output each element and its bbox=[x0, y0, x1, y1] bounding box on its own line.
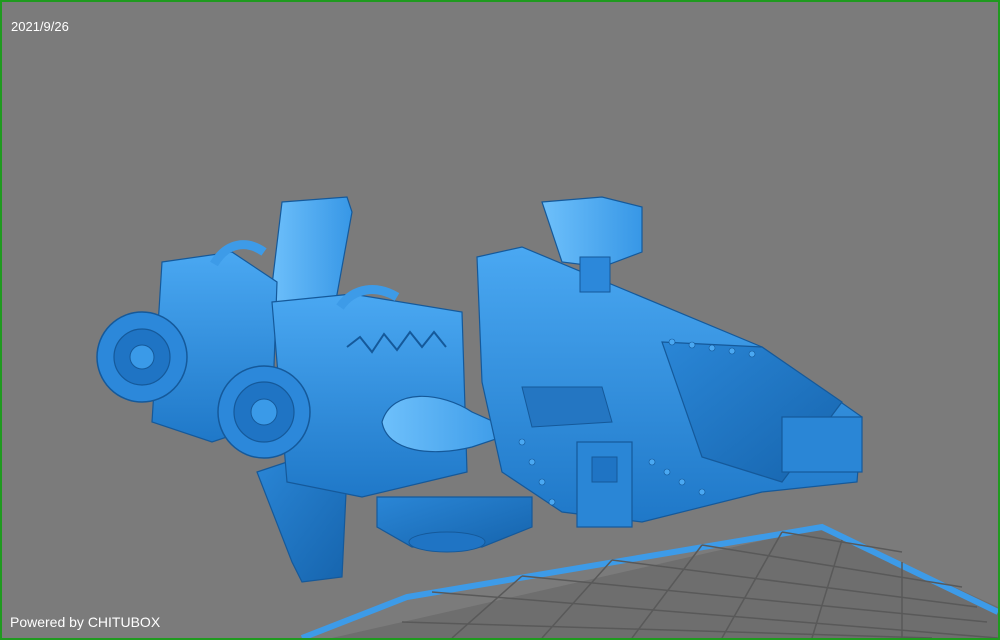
scene-canvas[interactable] bbox=[2, 2, 998, 638]
3d-model[interactable] bbox=[96, 196, 863, 583]
date-label: 2021/9/26 bbox=[11, 19, 69, 34]
model-hatch bbox=[576, 441, 633, 528]
chitubox-preview-viewport[interactable]: 2021/9/26 Powered by CHITUBOX bbox=[0, 0, 1000, 640]
model-gun-barrel bbox=[781, 416, 863, 473]
powered-by-label: Powered by CHITUBOX bbox=[10, 614, 161, 630]
model-turret-mount bbox=[579, 256, 611, 293]
model-grille bbox=[521, 386, 613, 428]
